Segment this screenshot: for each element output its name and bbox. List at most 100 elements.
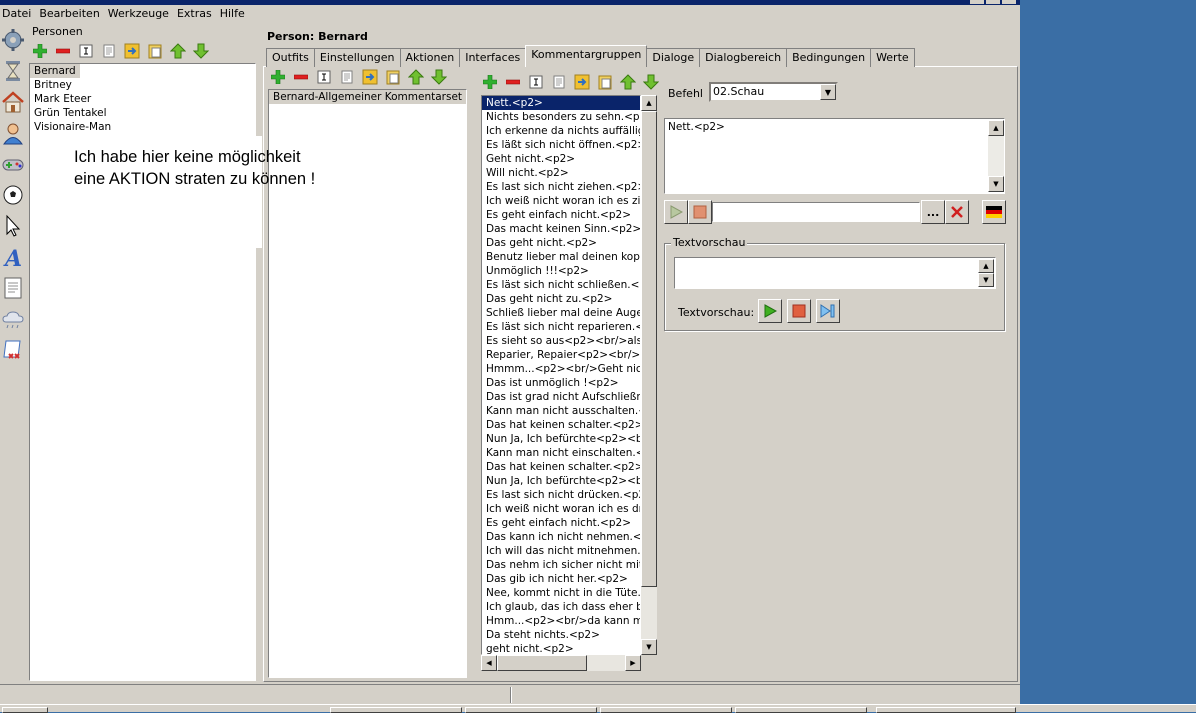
cloud-icon[interactable] [1,307,25,331]
move-up-icon[interactable] [616,72,639,92]
remove-icon[interactable] [51,41,74,61]
taskbar-button[interactable] [465,707,597,713]
tab-outfits[interactable]: Outfits [266,48,315,67]
scroll-up-button[interactable]: ▲ [978,259,994,273]
preview-skip-button[interactable] [816,299,840,323]
textvorschau-vscrollbar[interactable]: ▲ ▼ [978,259,994,287]
kommentarset-list-item[interactable]: Bernard-Allgemeiner Kommentarset [269,90,466,104]
scroll-left-button[interactable]: ◀ [481,655,497,671]
menu-bearbeiten[interactable]: Bearbeiten [37,6,105,24]
comment-list-item[interactable]: Ich will das nicht mitnehmen.<p2 [482,544,640,558]
language-button[interactable] [982,200,1006,224]
menu-datei[interactable]: Datei [0,6,37,24]
scroll-right-button[interactable]: ▶ [625,655,641,671]
properties-icon[interactable] [97,41,120,61]
comment-list-item[interactable]: Das geht nicht zu.<p2> [482,292,640,306]
sound-file-input[interactable] [712,202,920,222]
taskbar-button[interactable] [600,707,732,713]
taskbar-button[interactable] [735,707,867,713]
tab-aktionen[interactable]: Aktionen [399,48,461,67]
paste-icon[interactable] [381,67,404,87]
comment-list-item[interactable]: Das gib ich nicht her.<p2> [482,572,640,586]
comment-list-item[interactable]: Da steht nichts.<p2> [482,628,640,642]
textvorschau-text-area[interactable] [674,257,996,289]
tab-kommentargruppen[interactable]: Kommentargruppen [525,45,648,67]
ball-icon[interactable] [1,183,25,207]
tab-bedingungen[interactable]: Bedingungen [786,48,872,67]
person-list-item[interactable]: Mark Eteer [30,92,255,106]
tab-dialoge[interactable]: Dialoge [646,48,701,67]
move-down-icon[interactable] [639,72,662,92]
comment-list-item[interactable]: Es läst sich nicht reparieren.<p2 [482,320,640,334]
comment-list-item[interactable]: Es sieht so aus<p2><br/>als w [482,334,640,348]
scroll-down-button[interactable]: ▼ [641,639,657,655]
comment-text-area[interactable]: Nett.<p2> [664,118,1005,194]
house-icon[interactable] [1,90,25,114]
scroll-up-button[interactable]: ▲ [988,120,1004,136]
hourglass-icon[interactable] [1,59,25,83]
comment-list-item[interactable]: Ich erkenne da nichts auffälliges [482,124,640,138]
copy-icon[interactable] [120,41,143,61]
move-down-icon[interactable] [189,41,212,61]
play-sound-button[interactable] [664,200,688,224]
tab-einstellungen[interactable]: Einstellungen [313,48,401,67]
comment-list-item[interactable]: Nee, kommt nicht in die Tüte.<p [482,586,640,600]
font-icon[interactable]: A [1,245,25,269]
character-icon[interactable] [1,121,25,145]
taskbar-button[interactable] [876,707,1016,713]
menu-hilfe[interactable]: Hilfe [218,6,251,24]
properties-icon[interactable] [547,72,570,92]
person-list-item[interactable]: Grün Tentakel [30,106,255,120]
comment-list-item[interactable]: Kann man nicht ausschalten.<p2 [482,404,640,418]
comment-list-item[interactable]: Es last sich nicht drücken.<p2> [482,488,640,502]
copy-icon[interactable] [570,72,593,92]
befehl-select[interactable]: 02.Schau ▼ [709,82,838,102]
stop-sound-button[interactable] [688,200,712,224]
script-icon[interactable] [1,338,25,362]
comment-list-item[interactable]: Reparier, Repaier<p2><br/>Es [482,348,640,362]
clear-sound-button[interactable] [945,200,969,224]
comment-list-item[interactable]: Hmmm...<p2><br/>Geht nicht. [482,362,640,376]
menu-extras[interactable]: Extras [175,6,218,24]
comment-list-item[interactable]: Es geht einfach nicht.<p2> [482,516,640,530]
cursor-icon[interactable] [1,214,25,238]
add-icon[interactable] [478,72,501,92]
taskbar-button[interactable] [2,707,48,713]
comment-list-hscrollbar[interactable]: ◀ ▶ [481,655,641,671]
scroll-up-button[interactable]: ▲ [641,95,657,111]
scroll-thumb[interactable] [641,111,657,587]
move-up-icon[interactable] [166,41,189,61]
person-list-item[interactable]: Britney [30,78,255,92]
comment-list-item[interactable]: Das nehm ich sicher nicht mit!<p [482,558,640,572]
gamepad-icon[interactable] [1,152,25,176]
paste-icon[interactable] [593,72,616,92]
comment-list-item[interactable]: Nett.<p2> [482,96,640,110]
paste-icon[interactable] [143,41,166,61]
remove-icon[interactable] [501,72,524,92]
move-up-icon[interactable] [404,67,427,87]
comment-list-item[interactable]: Es last sich nicht ziehen.<p2> [482,180,640,194]
remove-icon[interactable] [289,67,312,87]
chevron-down-icon[interactable]: ▼ [820,84,836,100]
browse-button[interactable]: ... [921,200,945,224]
preview-stop-button[interactable] [787,299,811,323]
comment-list-item[interactable]: Ich weiß nicht woran ich es ziehe [482,194,640,208]
add-icon[interactable] [266,67,289,87]
gear-icon[interactable] [1,28,25,52]
comment-list-item[interactable]: Hmm...<p2><br/>da kann man [482,614,640,628]
copy-icon[interactable] [358,67,381,87]
comment-list-item[interactable]: Ich weiß nicht woran ich es drück [482,502,640,516]
preview-play-button[interactable] [758,299,782,323]
scroll-thumb[interactable] [497,655,587,671]
comment-list-item[interactable]: Kann man nicht einschalten.<p2 [482,446,640,460]
comment-list-item[interactable]: Es läßt sich nicht öffnen.<p2> [482,138,640,152]
comment-list-item[interactable]: Das hat keinen schalter.<p2> [482,460,640,474]
add-icon[interactable] [28,41,51,61]
comment-list-item[interactable]: Das geht nicht.<p2> [482,236,640,250]
comment-list-item[interactable]: Nun Ja, Ich befürchte<p2><br/ [482,432,640,446]
scroll-down-button[interactable]: ▼ [978,273,994,287]
comment-list-item[interactable]: geht nicht.<p2> [482,642,640,654]
menu-werkzeuge[interactable]: Werkzeuge [106,6,175,24]
tab-interfaces[interactable]: Interfaces [459,48,527,67]
scroll-down-button[interactable]: ▼ [988,176,1004,192]
